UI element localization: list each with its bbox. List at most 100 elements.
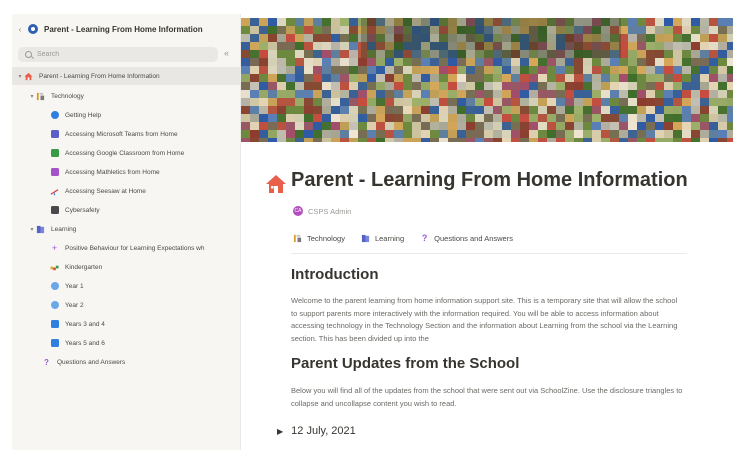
- cover-tile: [700, 138, 709, 142]
- cover-tile: [727, 130, 733, 138]
- mathletics-icon: [50, 168, 59, 177]
- cover-tile: [331, 130, 340, 138]
- cover-tile: [565, 138, 574, 142]
- sidebar-item-year-2[interactable]: Year 2: [12, 296, 240, 314]
- cover-tile: [547, 114, 556, 122]
- cover-tile: [727, 18, 733, 26]
- cover-tile: [511, 114, 520, 122]
- collapse-sidebar-icon[interactable]: «: [224, 48, 229, 58]
- cover-tile: [538, 98, 547, 106]
- sidebar-item-cybersafety[interactable]: Cybersafety: [12, 201, 240, 219]
- cover-tile: [664, 130, 673, 138]
- cover-tile: [583, 66, 592, 74]
- cover-tile: [268, 106, 277, 114]
- cover-tile: [295, 58, 304, 66]
- cover-tile: [475, 138, 484, 142]
- cover-tile: [700, 122, 709, 130]
- cover-tile: [268, 18, 277, 26]
- cover-tile: [331, 66, 340, 74]
- years56-icon: [50, 339, 59, 348]
- cover-tile: [727, 106, 733, 114]
- search-input[interactable]: [37, 51, 197, 58]
- chevron-down-icon[interactable]: ▾: [28, 226, 36, 233]
- sidebar-item-home[interactable]: ▾ Parent - Learning From Home Informatio…: [12, 67, 240, 85]
- link-learning[interactable]: Learning: [361, 234, 404, 243]
- cover-tile: [619, 58, 628, 66]
- cover-tile: [421, 98, 430, 106]
- sidebar-item-seesaw[interactable]: Accessing Seesaw at Home: [12, 182, 240, 200]
- sidebar-item-years-3-4[interactable]: Years 3 and 4: [12, 315, 240, 333]
- sidebar-item-kindergarten[interactable]: Kindergarten: [12, 258, 240, 276]
- cover-tile: [700, 98, 709, 106]
- back-arrow-icon[interactable]: ‹: [14, 25, 26, 34]
- sidebar-item-questions[interactable]: ? Questions and Answers: [12, 353, 240, 371]
- cover-tile: [394, 114, 403, 122]
- sidebar-item-year-1[interactable]: Year 1: [12, 277, 240, 295]
- cover-tile: [286, 18, 295, 26]
- workspace-switcher[interactable]: ‹ Parent - Learning From Home Informatio…: [12, 20, 203, 38]
- cover-tile: [322, 90, 331, 98]
- cover-tile: [349, 58, 358, 66]
- cover-tile: [484, 58, 493, 66]
- cover-tile: [502, 130, 511, 138]
- cover-tile: [322, 114, 331, 122]
- cover-tile: [637, 26, 646, 34]
- cover-tile: [565, 98, 574, 106]
- cover-tile: [448, 114, 457, 122]
- cover-tile: [655, 74, 664, 82]
- abc-blocks-icon: [50, 263, 59, 272]
- cover-tile: [655, 42, 664, 50]
- toggle-title: 12 July, 2021: [291, 425, 356, 437]
- cover-tile: [412, 58, 421, 66]
- cover-tile: [475, 66, 484, 74]
- cover-tile: [385, 138, 394, 142]
- cover-tile: [637, 50, 646, 58]
- cover-tile: [700, 130, 709, 138]
- cover-tile: [475, 98, 484, 106]
- search-box[interactable]: [18, 47, 218, 62]
- cover-tile: [277, 122, 286, 130]
- disclosure-triangle-icon[interactable]: ▶: [277, 427, 283, 436]
- link-technology[interactable]: Technology: [293, 234, 345, 243]
- cover-tile: [394, 82, 403, 90]
- chevron-down-icon[interactable]: ▾: [28, 93, 36, 100]
- cover-tile: [250, 50, 259, 58]
- search-icon: [25, 51, 32, 58]
- cover-tile: [313, 130, 322, 138]
- sidebar-item-google-classroom[interactable]: Accessing Google Classroom from Home: [12, 144, 240, 162]
- cover-tile: [538, 138, 547, 142]
- cover-tile: [682, 18, 691, 26]
- house-icon[interactable]: [265, 174, 287, 194]
- cover-tile: [412, 90, 421, 98]
- cover-tile: [565, 122, 574, 130]
- cover-tile: [313, 34, 322, 42]
- sidebar-item-teams[interactable]: Accessing Microsoft Teams from Home: [12, 125, 240, 143]
- sidebar-item-technology[interactable]: ▾ Technology: [12, 87, 240, 105]
- cover-tile: [646, 58, 655, 66]
- cover-tile: [295, 90, 304, 98]
- cover-tile: [313, 18, 322, 26]
- sidebar-item-years-5-6[interactable]: Years 5 and 6: [12, 334, 240, 352]
- cover-tile: [259, 122, 268, 130]
- cover-tile: [547, 138, 556, 142]
- link-questions[interactable]: ? Questions and Answers: [420, 234, 513, 244]
- chevron-down-icon[interactable]: ▾: [16, 73, 24, 80]
- sidebar-item-getting-help[interactable]: Getting Help: [12, 106, 240, 124]
- cover-tile: [529, 90, 538, 98]
- sidebar-item-mathletics[interactable]: Accessing Mathletics from Home: [12, 163, 240, 181]
- cover-tile: [394, 66, 403, 74]
- cover-tile: [709, 130, 718, 138]
- cover-tile: [664, 42, 673, 50]
- cover-tile: [466, 66, 475, 74]
- toggle-block-12-july[interactable]: ▶ 12 July, 2021: [277, 425, 356, 437]
- cover-tile: [511, 138, 520, 142]
- cover-tile: [286, 26, 295, 34]
- cover-tile: [718, 74, 727, 82]
- cover-tile: [493, 58, 502, 66]
- sidebar-item-pbl[interactable]: + Positive Behaviour for Learning Expect…: [12, 239, 240, 257]
- cover-tile: [403, 66, 412, 74]
- sidebar-item-learning[interactable]: ▾ Learning: [12, 220, 240, 238]
- cover-tile: [394, 58, 403, 66]
- author-mention[interactable]: CA CSPS Admin: [293, 206, 351, 216]
- cover-tile: [466, 74, 475, 82]
